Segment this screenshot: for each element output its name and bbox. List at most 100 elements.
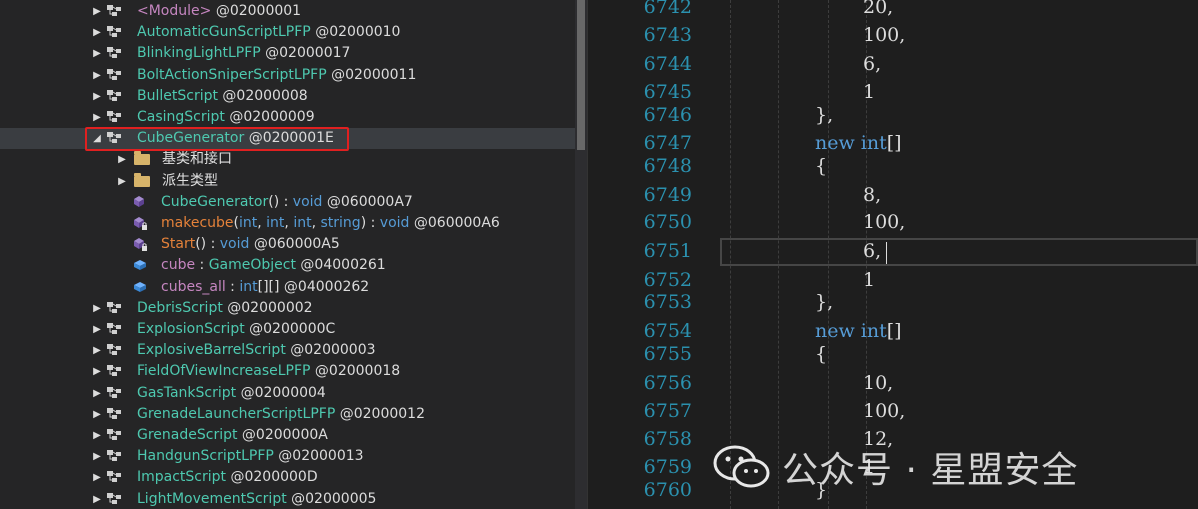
expand-arrow-icon[interactable]: ▶ xyxy=(92,383,102,404)
class-icon xyxy=(106,301,124,315)
expand-arrow-icon[interactable]: ▶ xyxy=(92,425,102,446)
node-name: CubeGenerator xyxy=(161,194,269,210)
node-token-address: @02000012 xyxy=(335,406,425,422)
class-icon xyxy=(106,428,124,442)
code-line[interactable]: }, xyxy=(815,291,833,313)
node-token-address: @02000011 xyxy=(326,67,417,83)
code-line[interactable]: { xyxy=(815,343,827,365)
line-number: 6758 xyxy=(643,428,692,450)
expand-arrow-icon[interactable]: ▶ xyxy=(92,446,102,467)
tree-node-label: 派生类型 xyxy=(162,171,218,192)
code-line[interactable]: new int[] xyxy=(815,132,902,154)
tree-member-node[interactable]: Start() : void @060000A5 xyxy=(0,234,575,255)
tree-scrollbar-thumb[interactable] xyxy=(577,0,585,150)
tree-class-node[interactable]: ▶ ImpactScript @0200000D xyxy=(0,467,575,488)
expand-arrow-icon[interactable]: ▶ xyxy=(92,86,102,107)
line-number: 6753 xyxy=(643,291,692,313)
tree-class-node[interactable]: ▶ GrenadeLauncherScriptLPFP @02000012 xyxy=(0,404,575,425)
tree-class-node[interactable]: ▶ AutomaticGunScriptLPFP @02000010 xyxy=(0,22,575,43)
tree-member-node[interactable]: CubeGenerator() : void @060000A7 xyxy=(0,192,575,213)
expand-arrow-icon[interactable]: ▶ xyxy=(92,22,102,43)
method-icon xyxy=(132,236,148,252)
node-name: BlinkingLightLPFP xyxy=(137,45,261,61)
expand-arrow-icon[interactable]: ▶ xyxy=(92,404,102,425)
code-line[interactable]: 100, xyxy=(863,24,905,46)
expand-arrow-icon[interactable]: ▶ xyxy=(92,43,102,64)
tree-member-node[interactable]: makecube(int, int, int, string) : void @… xyxy=(0,213,575,234)
line-number: 6743 xyxy=(643,24,692,46)
code-line[interactable]: { xyxy=(815,155,827,177)
code-line[interactable]: 8, xyxy=(863,184,881,206)
code-editor[interactable]: 6742 20, 6743 100, 6744 6, 6745 1 6746}, 6747 new … xyxy=(634,0,1198,509)
node-name: DebrisScript xyxy=(137,300,223,316)
code-line[interactable]: 6, xyxy=(863,240,881,262)
tree-node-label: AutomaticGunScriptLPFP @02000010 xyxy=(137,22,400,43)
tree-class-node[interactable]: ▶ CasingScript @02000009 xyxy=(0,107,575,128)
assembly-tree[interactable]: ▶ <Module> @02000001 ▶ AutomaticGunScriptLP… xyxy=(0,0,575,509)
tree-node-label: ExplosionScript @0200000C xyxy=(137,319,335,340)
node-token-address: @02000008 xyxy=(217,88,308,104)
tree-scrollbar[interactable] xyxy=(575,0,587,509)
tree-class-node[interactable]: ▶ FieldOfViewIncreaseLPFP @02000018 xyxy=(0,361,575,382)
node-token-address: @02000001 xyxy=(211,3,302,19)
code-line[interactable]: 10, xyxy=(863,372,893,394)
tree-node-label: FieldOfViewIncreaseLPFP @02000018 xyxy=(137,361,400,382)
expand-arrow-icon[interactable]: ▶ xyxy=(92,107,102,128)
node-name: makecube xyxy=(161,215,234,231)
tree-class-node[interactable]: ▶ ExplosiveBarrelScript @02000003 xyxy=(0,340,575,361)
expand-arrow-icon[interactable]: ▶ xyxy=(92,340,102,361)
tree-member-node[interactable]: cube : GameObject @04000261 xyxy=(0,255,575,276)
tree-folder-node[interactable]: ▶ 基类和接口 xyxy=(0,149,575,170)
expand-arrow-icon[interactable]: ▶ xyxy=(117,149,127,170)
class-icon xyxy=(106,386,124,400)
node-name: HandgunScriptLPFP xyxy=(137,448,274,464)
node-name: LightMovementScript xyxy=(137,491,287,507)
line-number: 6747 xyxy=(643,132,692,154)
expand-arrow-icon[interactable]: ▶ xyxy=(92,361,102,382)
tree-class-node[interactable]: ▶ LightMovementScript @02000005 xyxy=(0,489,575,509)
tree-class-node[interactable]: ▶ GasTankScript @02000004 xyxy=(0,383,575,404)
tree-class-node[interactable]: ▶ BoltActionSniperScriptLPFP @02000011 xyxy=(0,65,575,86)
tree-folder-node[interactable]: ▶ 派生类型 xyxy=(0,171,575,192)
class-icon xyxy=(106,46,124,60)
node-signature: : int[][] xyxy=(225,279,280,295)
code-line[interactable]: 100, xyxy=(863,211,905,233)
expand-arrow-icon[interactable]: ▶ xyxy=(92,65,102,86)
expand-arrow-icon[interactable]: ▶ xyxy=(92,489,102,509)
tree-class-node[interactable]: ▶ BlinkingLightLPFP @02000017 xyxy=(0,43,575,64)
expand-arrow-icon[interactable]: ▶ xyxy=(92,1,102,22)
class-icon xyxy=(106,407,124,421)
line-number: 6744 xyxy=(643,53,692,75)
line-number: 6751 xyxy=(643,240,692,262)
tree-member-node[interactable]: cubes_all : int[][] @04000262 xyxy=(0,277,575,298)
tree-class-node[interactable]: ▶ BulletScript @02000008 xyxy=(0,86,575,107)
line-number: 6754 xyxy=(643,320,692,342)
tree-node-label: ImpactScript @0200000D xyxy=(137,467,318,488)
expand-arrow-icon[interactable]: ▶ xyxy=(92,467,102,488)
line-number: 6742 xyxy=(643,0,692,18)
expand-arrow-icon[interactable]: ▶ xyxy=(92,298,102,319)
tree-class-node[interactable]: ▶ GrenadeScript @0200000A xyxy=(0,425,575,446)
node-token-address: @02000003 xyxy=(285,342,376,358)
node-token-address: @02000013 xyxy=(273,448,364,464)
class-icon xyxy=(106,364,124,378)
tree-class-node[interactable]: ▶ ExplosionScript @0200000C xyxy=(0,319,575,340)
tree-node-label: cubes_all : int[][] @04000262 xyxy=(161,277,369,298)
code-line[interactable]: 1 xyxy=(863,81,875,103)
tree-class-node[interactable]: ▶ DebrisScript @02000002 xyxy=(0,298,575,319)
expand-arrow-icon[interactable]: ▶ xyxy=(117,171,127,192)
method-icon xyxy=(132,215,148,231)
code-line[interactable]: 20, xyxy=(863,0,893,18)
code-line[interactable]: 1 xyxy=(863,269,875,291)
code-line[interactable]: 100, xyxy=(863,400,905,422)
tree-class-node[interactable]: ▶ <Module> @02000001 xyxy=(0,1,575,22)
tree-node-label: HandgunScriptLPFP @02000013 xyxy=(137,446,364,467)
watermark-text: 公众号 · 星盟安全 xyxy=(782,450,1079,491)
tree-class-node[interactable]: ▶ HandgunScriptLPFP @02000013 xyxy=(0,446,575,467)
code-line[interactable]: 6, xyxy=(863,53,881,75)
code-line[interactable]: new int[] xyxy=(815,320,902,342)
node-token-address: @060000A6 xyxy=(409,215,500,231)
node-name: AutomaticGunScriptLPFP xyxy=(137,24,311,40)
expand-arrow-icon[interactable]: ▶ xyxy=(92,319,102,340)
code-line[interactable]: }, xyxy=(815,104,833,126)
